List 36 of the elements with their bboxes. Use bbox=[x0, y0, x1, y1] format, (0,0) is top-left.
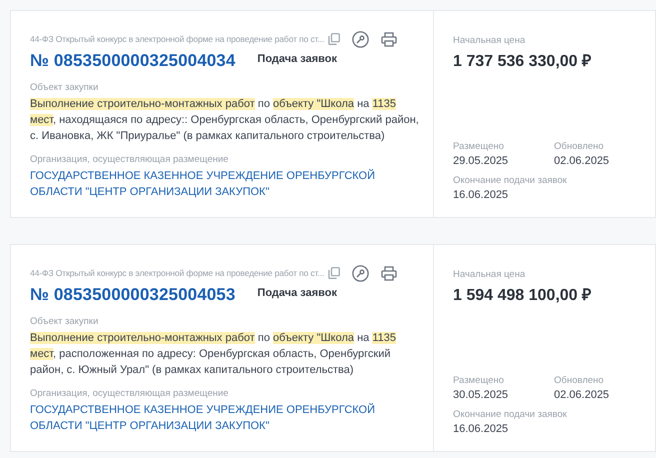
object-description: Выполнение строительно-монтажных работ по объекту "Школа на 1135 мест, расположенная по адресу: Оренбургская область, Оренбургский район, с. Южный Урал" (в рамках капитального строительства) bbox=[30, 331, 398, 378]
key-icon[interactable] bbox=[352, 264, 370, 282]
date-value: 16.06.2025 bbox=[453, 423, 510, 435]
status-label: Подача заявок bbox=[257, 53, 337, 65]
price-value: 1 737 536 330,00 ₽ bbox=[453, 52, 592, 71]
tender-number-link[interactable]: № 0853500000325004053 bbox=[30, 285, 236, 305]
copy-icon[interactable] bbox=[328, 33, 340, 45]
price-value: 1 594 498 100,00 ₽ bbox=[453, 286, 592, 305]
field-label: Начальная цена bbox=[453, 268, 526, 281]
field-label: Организация, осуществляющая размещение bbox=[30, 387, 230, 400]
procedure-type: 44-ФЗ Открытый конкурс в электронной форме на проведение работ по ст... bbox=[30, 268, 324, 278]
field-label: Окончание подачи заявок bbox=[453, 408, 568, 421]
printer-icon[interactable] bbox=[381, 32, 398, 46]
field-label: Размещено bbox=[453, 140, 505, 153]
printer-icon[interactable] bbox=[381, 266, 398, 280]
field-label: Объект закупки bbox=[30, 315, 100, 328]
organization-link[interactable]: ГОСУДАРСТВЕННОЕ КАЗЕННОЕ УЧРЕЖДЕНИЕ ОРЕНБУРГСКОЙ ОБЛАСТИ "ЦЕНТР ОРГАНИЗАЦИИ ЗАКУПОК" bbox=[30, 402, 425, 434]
field-label: Объект закупки bbox=[30, 81, 100, 94]
key-icon[interactable] bbox=[352, 30, 370, 48]
organization-link[interactable]: ГОСУДАРСТВЕННОЕ КАЗЕННОЕ УЧРЕЖДЕНИЕ ОРЕНБУРГСКОЙ ОБЛАСТИ "ЦЕНТР ОРГАНИЗАЦИИ ЗАКУПОК" bbox=[30, 168, 425, 200]
field-label: Размещено bbox=[453, 374, 505, 387]
status-label: Подача заявок bbox=[257, 287, 337, 299]
procedure-type: 44-ФЗ Открытый конкурс в электронной форме на проведение работ по ст... bbox=[30, 34, 324, 44]
tender-number-link[interactable]: № 0853500000325004034 bbox=[30, 51, 236, 71]
date-value: 16.06.2025 bbox=[453, 189, 510, 201]
date-value: 30.05.2025 bbox=[453, 389, 510, 401]
field-label: Организация, осуществляющая размещение bbox=[30, 153, 230, 166]
field-label: Окончание подачи заявок bbox=[453, 174, 568, 187]
object-description: Выполнение строительно-монтажных работ по объекту "Школа на 1135 мест, находящаяся по адресу:: Оренбургская область, Оренбургский район, с. Ивановка, ЖК "Приуралье" (в рамках капитального строительства) bbox=[30, 97, 420, 144]
date-value: 02.06.2025 bbox=[554, 155, 610, 167]
copy-icon[interactable] bbox=[328, 267, 340, 279]
date-value: 02.06.2025 bbox=[554, 389, 610, 401]
field-label: Начальная цена bbox=[453, 34, 526, 47]
date-value: 29.05.2025 bbox=[453, 155, 510, 167]
field-label: Обновлено bbox=[554, 374, 605, 387]
field-label: Обновлено bbox=[554, 140, 605, 153]
